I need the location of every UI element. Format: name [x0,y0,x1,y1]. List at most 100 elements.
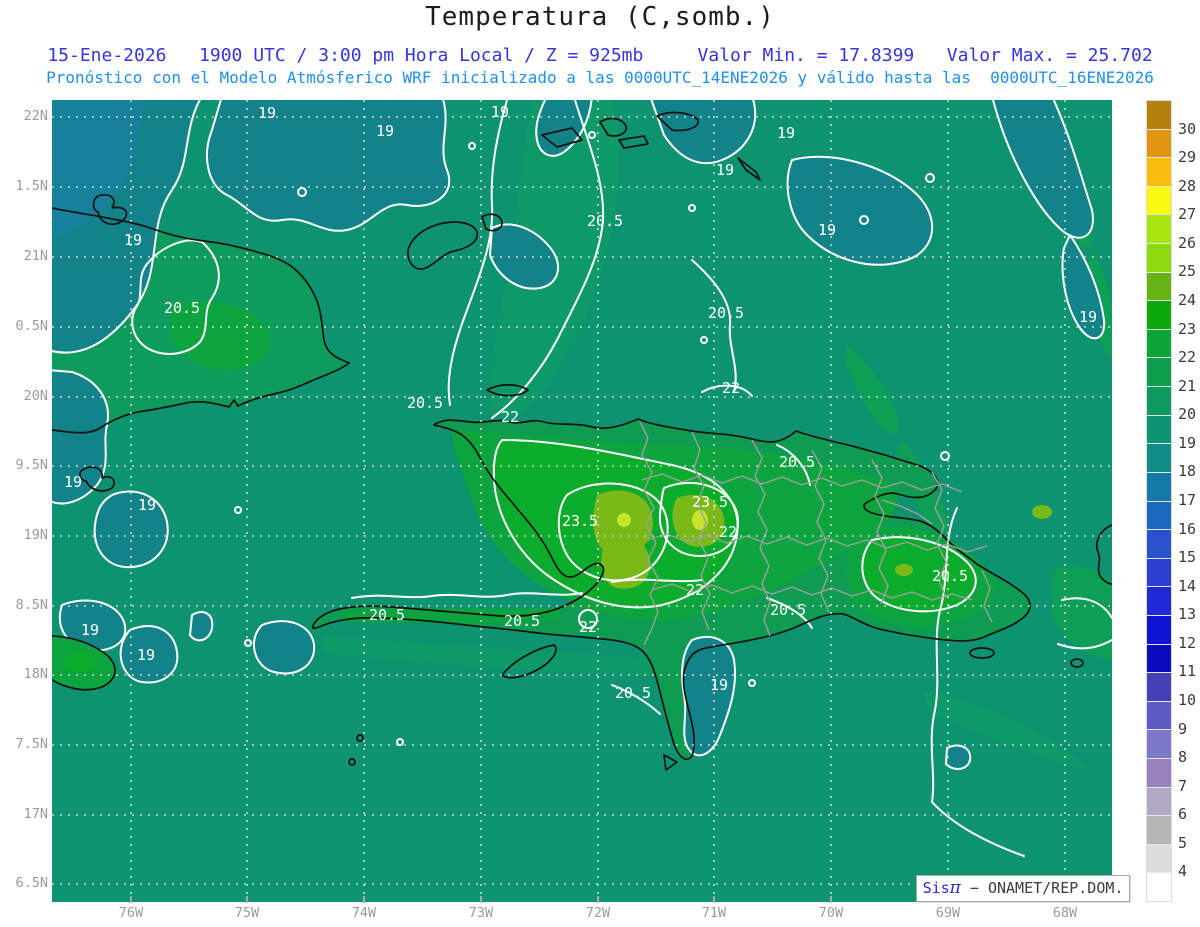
colorbar-cell [1147,444,1171,472]
colorbar-tick-label: 26 [1178,233,1197,252]
colorbar [1146,100,1172,902]
colorbar-tick-label: 11 [1178,662,1197,681]
watermark-credit: − ONAMET/REP.DOM. [960,879,1124,897]
colorbar-cell [1147,587,1171,615]
contour-value-label: 19 [777,124,795,142]
contour-value-label: 19 [124,231,142,249]
colorbar-tick-label: 30 [1178,119,1197,138]
colorbar-tick-label: 23 [1178,319,1197,338]
colorbar-tick-label: 12 [1178,633,1197,652]
colorbar-cell [1147,730,1171,759]
lat-tick-label: 0.5N [15,318,48,334]
colorbar-tick-label: 7 [1178,776,1188,795]
colorbar-tick-label: 4 [1178,862,1188,881]
colorbar-cell [1147,387,1171,415]
lat-tick-label: 18N [23,666,48,682]
lon-tick-label: 72W [585,905,611,921]
colorbar-tick-label: 25 [1178,262,1197,281]
lat-tick-label: 20N [23,388,48,404]
lat-tick-label: 6.5N [15,875,48,891]
lat-tick-label: 17N [23,806,48,822]
colorbar-cell [1147,873,1171,902]
lon-tick-label: 75W [234,905,260,921]
contour-value-label: 19 [710,676,728,694]
colorbar-cell [1147,301,1171,329]
contour-value-label: 20.5 [779,453,815,471]
colorbar-cell [1147,129,1171,158]
colorbar-tick-label: 9 [1178,719,1188,738]
colorbar-cell [1147,472,1171,501]
contour-value-label: 20.5 [770,601,806,619]
lat-tick-label: 1.5N [15,178,48,194]
lat-tick-label: 21N [23,248,48,264]
subtitle-model: Pronóstico con el Modelo Atmósferico WRF… [46,68,1154,87]
colorbar-tick-label: 27 [1178,205,1197,224]
contour-value-label: 19 [81,621,99,639]
colorbar-cell [1147,501,1171,530]
colorbar-tick-label: 5 [1178,833,1188,852]
contour-value-label: 20.5 [932,567,968,585]
contour-value-label: 20.5 [407,394,443,412]
colorbar-cell [1147,644,1171,673]
lon-tick [480,896,482,903]
contour-value-label: 20.5 [504,612,540,630]
contour-value-label: 19 [258,104,276,122]
lon-tick-label: 71W [701,905,727,921]
lat-tick-label: 7.5N [15,736,48,752]
lon-tick-label: 70W [818,905,844,921]
contour-value-label: 20.5 [164,299,200,317]
lon-tick-label: 76W [118,905,144,921]
colorbar-cell [1147,186,1171,215]
colorbar-tick-label: 20 [1178,405,1197,424]
contour-value-label: 19 [137,646,155,664]
colorbar-tick-label: 6 [1178,805,1188,824]
colorbar-tick-label: 22 [1178,348,1197,367]
lat-tick-label: 9.5N [15,457,48,473]
colorbar-cell [1147,787,1171,816]
colorbar-cell [1147,530,1171,558]
colorbar-tick-label: 28 [1178,176,1197,195]
lon-tick-label: 74W [351,905,377,921]
lon-tick [130,896,132,903]
colorbar-cell [1147,844,1171,873]
pi-icon: π [949,878,961,898]
colorbar-cell [1147,215,1171,244]
colorbar-cell [1147,158,1171,186]
colorbar-cell [1147,558,1171,587]
contour-value-label: 19 [491,103,509,121]
colorbar-cell [1147,673,1171,701]
contour-value-label: 19 [1079,308,1097,326]
contour-value-label: 22 [501,408,519,426]
colorbar-tick-label: 21 [1178,376,1197,395]
lon-tick [597,896,599,903]
lon-tick [246,896,248,903]
colorbar-tick-label: 24 [1178,291,1197,309]
colorbar-cell [1147,329,1171,358]
colorbar-tick-label: 10 [1178,691,1197,709]
contour-value-label: 19 [138,496,156,514]
contour-value-label: 22 [579,618,597,636]
colorbar-tick-label: 16 [1178,519,1197,538]
colorbar-tick-label: 29 [1178,148,1197,167]
contour-value-label: 22 [686,581,704,599]
colorbar-tick-label: 8 [1178,748,1188,767]
colorbar-cell [1147,358,1171,387]
colorbar-cell [1147,701,1171,730]
watermark-brand: Sis [922,879,950,897]
contour-value-label: 22 [719,523,737,541]
page-title: Temperatura (C,somb.) [425,2,775,32]
contour-value-label: 19 [818,221,836,239]
contour-value-label: 19 [64,473,82,491]
colorbar-tick-label: 13 [1178,605,1197,624]
lat-tick-label: 19N [23,527,48,543]
lon-tick [713,896,715,903]
watermark-badge: Sisπ − ONAMET/REP.DOM. [916,875,1130,902]
colorbar-cell [1147,816,1171,844]
colorbar-cell [1147,101,1171,129]
contour-value-label: 20.5 [615,684,651,702]
lon-tick-label: 73W [468,905,494,921]
contour-value-label: 20.5 [708,304,744,322]
lon-tick [830,896,832,903]
contour-value-label: 19 [716,161,734,179]
contour-value-label: 20.5 [369,606,405,624]
